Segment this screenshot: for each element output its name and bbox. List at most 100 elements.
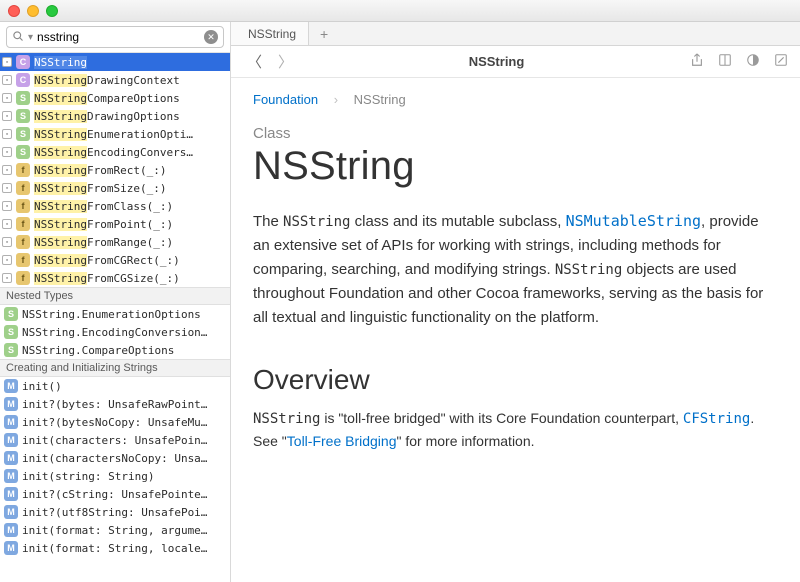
content-pane: NSString + 〈 〉 NSString [231,22,800,582]
result-label: NSString [34,56,87,69]
type-badge-icon: f [16,181,30,195]
new-tab-button[interactable]: + [309,22,339,45]
result-label: NSStringFromClass(_:) [34,200,173,213]
symbol-row[interactable]: Minit(string: String) [0,467,230,485]
symbol-row[interactable]: Minit?(cString: UnsafePointe… [0,485,230,503]
search-result-row[interactable]: ▫ f NSStringFromCGSize(_:) [0,269,230,287]
symbol-row[interactable]: S NSString.CompareOptions [0,341,230,359]
toolbar-title: NSString [305,54,682,69]
search-scope-chevron-icon[interactable]: ▾ [28,32,33,43]
breadcrumb: Foundation › NSString [253,92,778,107]
search-result-row[interactable]: ▫fNSStringFromRect(_:) [0,161,230,179]
symbol-row[interactable]: Minit(format: String, locale… [0,539,230,557]
symbol-label: NSString.EnumerationOptions [22,308,201,321]
type-badge-icon: M [4,469,18,483]
hierarchy-icon: ▫ [2,183,12,193]
bookmarks-button[interactable] [718,53,732,70]
search-result-row[interactable]: ▫SNSStringEncodingConvers… [0,143,230,161]
hierarchy-icon: ▫ [2,237,12,247]
forward-button[interactable]: 〉 [274,49,297,74]
symbol-row[interactable]: Minit(characters: UnsafePoin… [0,431,230,449]
type-badge-icon: C [16,73,30,87]
document-view[interactable]: Foundation › NSString Class NSString The… [231,78,800,582]
tab-nsstring[interactable]: NSString [231,22,309,45]
link-cfstring[interactable]: CFString [683,411,750,427]
hierarchy-icon: ▫ [2,219,12,229]
symbol-row[interactable]: Minit?(bytes: UnsafeRawPoint… [0,395,230,413]
result-label: NSStringDrawingContext [34,74,180,87]
zoom-window-button[interactable] [46,5,58,17]
symbol-row[interactable]: Minit?(bytesNoCopy: UnsafeMu… [0,413,230,431]
search-result-row[interactable]: ▫CNSStringDrawingContext [0,71,230,89]
type-badge-icon: M [4,379,18,393]
back-button[interactable]: 〈 [243,49,266,74]
symbol-row[interactable]: Minit() [0,377,230,395]
symbol-row[interactable]: Minit(format: String, argume… [0,521,230,539]
hierarchy-icon: ▫ [2,273,12,283]
type-badge-icon: C [16,55,30,69]
close-window-button[interactable] [8,5,20,17]
result-label: NSStringCompareOptions [34,92,180,105]
link-toll-free-bridging[interactable]: Toll-Free Bridging [287,433,397,449]
result-label: NSStringEncodingConvers… [34,146,193,159]
abstract: The NSString class and its mutable subcl… [253,209,778,330]
hierarchy-icon: ▫ [2,255,12,265]
symbol-row[interactable]: SNSString.EncodingConversion… [0,323,230,341]
hierarchy-icon: ▫ [2,165,12,175]
search-result-row[interactable]: ▫ f NSStringFromSize(_:) [0,179,230,197]
symbol-row[interactable]: Minit(charactersNoCopy: Unsa… [0,449,230,467]
clear-search-button[interactable]: ✕ [204,30,218,44]
link-nsmutablestring[interactable]: NSMutableString [566,212,701,230]
symbol-label: init?(utf8String: UnsafePoi… [22,506,207,519]
symbol-row[interactable]: Minit?(utf8String: UnsafePoi… [0,503,230,521]
type-badge-icon: f [16,217,30,231]
symbol-label: init(characters: UnsafePoin… [22,434,207,447]
section-header: Creating and Initializing Strings [0,359,230,377]
result-label: NSStringFromCGSize(_:) [34,272,180,285]
tab-label: NSString [248,27,296,41]
search-result-row[interactable]: ▫SNSStringDrawingOptions [0,107,230,125]
result-label: NSStringEnumerationOpti… [34,128,193,141]
search-field[interactable]: ▾ ✕ [6,26,224,48]
search-icon [12,30,24,45]
breadcrumb-root-link[interactable]: Foundation [253,92,318,107]
type-badge-icon: f [16,235,30,249]
result-label: NSStringFromSize(_:) [34,182,166,195]
type-badge-icon: S [16,127,30,141]
symbol-label: NSString.EncodingConversion… [22,326,207,339]
search-results-list: ▫CNSString▫CNSStringDrawingContext▫SNSSt… [0,53,230,287]
result-label: NSStringFromCGRect(_:) [34,254,180,267]
result-label: NSStringDrawingOptions [34,110,180,123]
type-badge-icon: M [4,433,18,447]
search-result-row[interactable]: ▫ f NSStringFromCGRect(_:) [0,251,230,269]
result-label: NSStringFromRect(_:) [34,164,166,177]
hierarchy-icon: ▫ [2,93,12,103]
symbol-label: init?(bytesNoCopy: UnsafeMu… [22,416,207,429]
search-result-row[interactable]: ▫fNSStringFromPoint(_:) [0,215,230,233]
type-badge-icon: f [16,271,30,285]
hierarchy-icon: ▫ [2,129,12,139]
search-input[interactable] [37,30,200,44]
code-nsstring: NSString [555,262,622,278]
chevron-right-icon: › [334,92,338,107]
type-badge-icon: M [4,505,18,519]
search-result-row[interactable]: ▫fNSStringFromClass(_:) [0,197,230,215]
symbol-row[interactable]: SNSString.EnumerationOptions [0,305,230,323]
symbol-label: NSString.CompareOptions [22,344,174,357]
minimize-window-button[interactable] [27,5,39,17]
search-result-row[interactable]: ▫fNSStringFromRange(_:) [0,233,230,251]
share-button[interactable] [690,53,704,70]
edit-button[interactable] [774,53,788,70]
hierarchy-icon: ▫ [2,201,12,211]
sidebar: ▾ ✕ ▫CNSString▫CNSStringDrawingContext▫S… [0,22,231,582]
type-badge-icon: f [16,253,30,267]
toolbar: 〈 〉 NSString [231,46,800,78]
type-badge-icon: S [4,343,18,357]
type-badge-icon: M [4,415,18,429]
search-result-row[interactable]: ▫SNSStringCompareOptions [0,89,230,107]
symbol-label: init(format: String, locale… [22,542,207,555]
appearance-button[interactable] [746,53,760,70]
search-result-row[interactable]: ▫CNSString [0,53,230,71]
symbol-label: init(string: String) [22,470,154,483]
search-result-row[interactable]: ▫ S NSStringEnumerationOpti… [0,125,230,143]
